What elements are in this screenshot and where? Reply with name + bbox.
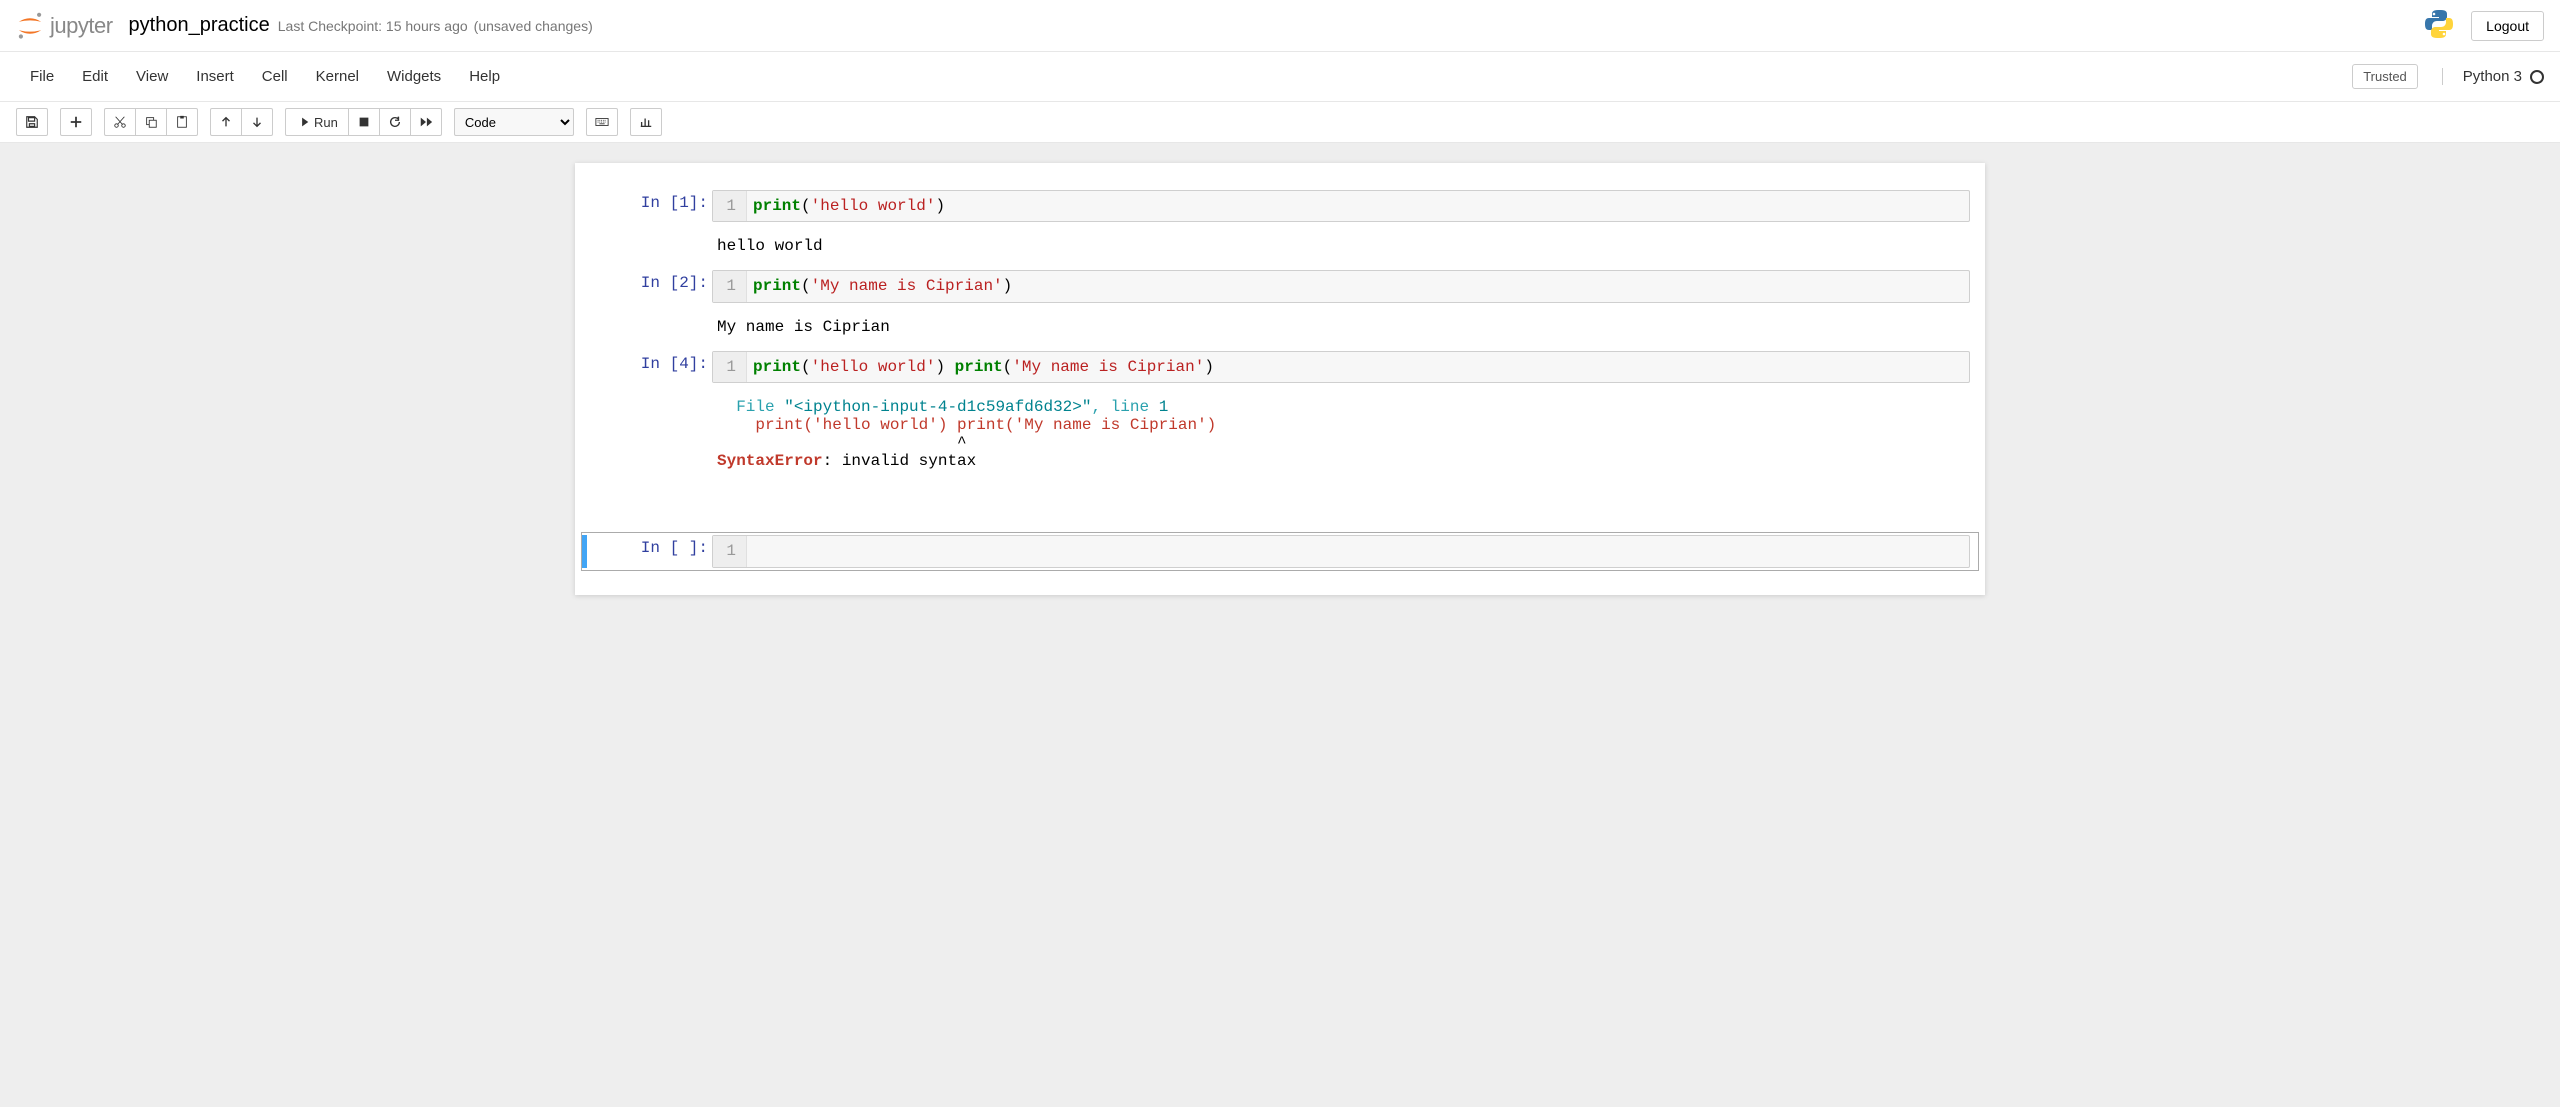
keyboard-icon — [595, 115, 609, 129]
command-palette-button[interactable] — [586, 108, 618, 136]
kernel-status-icon — [2530, 70, 2544, 84]
code-content[interactable]: print('My name is Ciprian') — [747, 271, 1969, 301]
plus-icon — [69, 115, 83, 129]
code-cell[interactable]: In [4]: 1 print('hello world') print('My… — [581, 348, 1979, 386]
code-cell[interactable]: In [1]: 1 print('hello world') — [581, 187, 1979, 225]
fast-forward-icon — [419, 115, 433, 129]
code-input[interactable]: 1 print('My name is Ciprian') — [712, 270, 1970, 302]
line-gutter: 1 — [713, 191, 747, 221]
output-row: My name is Ciprian — [581, 310, 1979, 344]
run-button[interactable]: Run — [285, 108, 349, 136]
jupyter-icon — [16, 12, 44, 40]
notebook-header: jupyter python_practice Last Checkpoint:… — [0, 0, 2560, 52]
arrow-up-icon — [219, 115, 233, 129]
interrupt-button[interactable] — [348, 108, 380, 136]
cut-button[interactable] — [104, 108, 136, 136]
cell-output: hello world — [711, 229, 823, 263]
input-prompt: In [ ]: — [582, 535, 712, 567]
code-content[interactable] — [747, 536, 1969, 566]
checkpoint-status: Last Checkpoint: 15 hours ago — [278, 18, 468, 34]
restart-button[interactable] — [379, 108, 411, 136]
jupyter-logo[interactable]: jupyter — [16, 12, 113, 40]
menu-insert[interactable]: Insert — [182, 62, 248, 91]
chart-icon — [639, 115, 653, 129]
cell-type-select[interactable]: Code — [454, 108, 574, 136]
menu-help[interactable]: Help — [455, 62, 514, 91]
output-row: hello world — [581, 229, 1979, 263]
menu-kernel[interactable]: Kernel — [302, 62, 373, 91]
input-prompt: In [4]: — [582, 351, 712, 383]
copy-button[interactable] — [135, 108, 167, 136]
stop-icon — [357, 115, 371, 129]
paste-button[interactable] — [166, 108, 198, 136]
restart-run-all-button[interactable] — [410, 108, 442, 136]
unsaved-status: (unsaved changes) — [474, 18, 593, 34]
code-cell[interactable]: In [ ]: 1 — [581, 532, 1979, 570]
notebook: In [1]: 1 print('hello world') hello wor… — [575, 163, 1985, 595]
chart-button[interactable] — [630, 108, 662, 136]
save-button[interactable] — [16, 108, 48, 136]
cut-icon — [113, 115, 127, 129]
code-content[interactable]: print('hello world') print('My name is C… — [747, 352, 1969, 382]
run-icon — [296, 115, 310, 129]
line-gutter: 1 — [713, 536, 747, 566]
notebook-name[interactable]: python_practice — [129, 14, 270, 37]
move-down-button[interactable] — [241, 108, 273, 136]
restart-icon — [388, 115, 402, 129]
menu-file[interactable]: File — [16, 62, 68, 91]
insert-cell-button[interactable] — [60, 108, 92, 136]
menubar: File Edit View Insert Cell Kernel Widget… — [0, 52, 2560, 102]
cell-error-output: File "<ipython-input-4-d1c59afd6d32>", l… — [711, 390, 1216, 478]
toolbar: Run Code — [0, 102, 2560, 143]
notebook-container: In [1]: 1 print('hello world') hello wor… — [0, 143, 2560, 1107]
run-label: Run — [314, 115, 338, 130]
code-cell[interactable]: In [2]: 1 print('My name is Ciprian') — [581, 267, 1979, 305]
menu-widgets[interactable]: Widgets — [373, 62, 455, 91]
line-gutter: 1 — [713, 352, 747, 382]
code-input[interactable]: 1 print('hello world') print('My name is… — [712, 351, 1970, 383]
cell-output: My name is Ciprian — [711, 310, 890, 344]
move-up-button[interactable] — [210, 108, 242, 136]
logout-button[interactable]: Logout — [2471, 11, 2544, 41]
jupyter-logo-text: jupyter — [50, 13, 113, 39]
arrow-down-icon — [250, 115, 264, 129]
copy-icon — [144, 115, 158, 129]
menu-view[interactable]: View — [122, 62, 182, 91]
kernel-name: Python 3 — [2463, 68, 2522, 85]
line-gutter: 1 — [713, 271, 747, 301]
code-content[interactable]: print('hello world') — [747, 191, 1969, 221]
save-icon — [25, 115, 39, 129]
output-row: File "<ipython-input-4-d1c59afd6d32>", l… — [581, 390, 1979, 478]
input-prompt: In [1]: — [582, 190, 712, 222]
menu-cell[interactable]: Cell — [248, 62, 302, 91]
code-input[interactable]: 1 print('hello world') — [712, 190, 1970, 222]
menu-edit[interactable]: Edit — [68, 62, 122, 91]
python-icon — [2423, 8, 2455, 43]
code-input[interactable]: 1 — [712, 535, 1970, 567]
input-prompt: In [2]: — [582, 270, 712, 302]
paste-icon — [175, 115, 189, 129]
kernel-indicator[interactable]: Python 3 — [2442, 68, 2544, 85]
trusted-badge[interactable]: Trusted — [2352, 64, 2418, 89]
